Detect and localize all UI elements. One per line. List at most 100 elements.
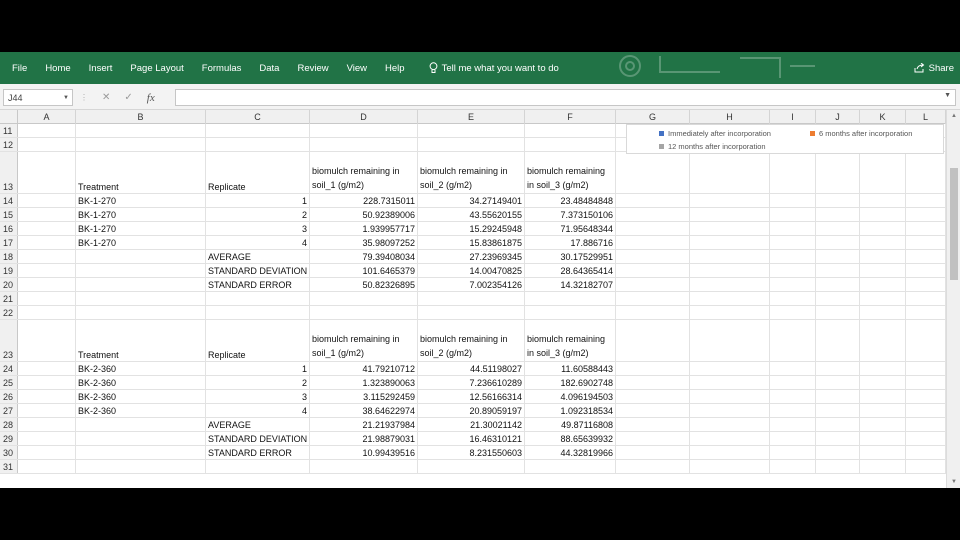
cell-d[interactable]: 1.323890063 <box>310 376 418 389</box>
row-header[interactable]: 24 <box>0 362 18 375</box>
cell-c[interactable]: AVERAGE <box>206 418 310 431</box>
cell-j[interactable] <box>816 362 860 375</box>
chart-legend[interactable]: Immediately after incorporation 6 months… <box>626 124 944 154</box>
cell-d[interactable]: 50.92389006 <box>310 208 418 221</box>
cell-b[interactable]: BK-2-360 <box>76 390 206 403</box>
cell-f[interactable]: 23.48484848 <box>525 194 616 207</box>
cell-b[interactable] <box>76 124 206 137</box>
cell-l[interactable] <box>906 264 946 277</box>
cell-b[interactable]: BK-1-270 <box>76 236 206 249</box>
cell-k[interactable] <box>860 236 906 249</box>
cell-f[interactable]: 182.6902748 <box>525 376 616 389</box>
select-all-corner[interactable] <box>0 110 18 124</box>
cell-i[interactable] <box>770 390 816 403</box>
cell-h[interactable] <box>690 404 770 417</box>
cell-k[interactable] <box>860 404 906 417</box>
cell-a[interactable] <box>18 320 76 361</box>
tab-review[interactable]: Review <box>288 52 337 84</box>
cell-j[interactable] <box>816 292 860 305</box>
cell-a[interactable] <box>18 376 76 389</box>
share-button[interactable]: Share <box>914 52 954 84</box>
cell-b[interactable] <box>76 250 206 263</box>
column-header-k[interactable]: K <box>860 110 906 124</box>
cell-c[interactable]: 4 <box>206 404 310 417</box>
cell-e[interactable]: 44.51198027 <box>418 362 525 375</box>
cell-d[interactable]: 79.39408034 <box>310 250 418 263</box>
expand-formula-icon[interactable]: ▼ <box>944 92 951 99</box>
cell-e[interactable]: 16.46310121 <box>418 432 525 445</box>
cell-k[interactable] <box>860 264 906 277</box>
cell-a[interactable] <box>18 432 76 445</box>
cell-f[interactable] <box>525 306 616 319</box>
cell-a[interactable] <box>18 362 76 375</box>
cell-k[interactable] <box>860 292 906 305</box>
cell-b[interactable] <box>76 264 206 277</box>
cell-d[interactable] <box>310 460 418 473</box>
row-header[interactable]: 28 <box>0 418 18 431</box>
cell-i[interactable] <box>770 404 816 417</box>
cell-j[interactable] <box>816 222 860 235</box>
cell-d[interactable]: biomulch remaining in soil_1 (g/m2) <box>310 152 418 193</box>
cell-k[interactable] <box>860 278 906 291</box>
cell-e[interactable] <box>418 124 525 137</box>
cell-a[interactable] <box>18 194 76 207</box>
cell-k[interactable] <box>860 194 906 207</box>
cell-b[interactable]: BK-2-360 <box>76 362 206 375</box>
cell-h[interactable] <box>690 208 770 221</box>
cell-g[interactable] <box>616 320 690 361</box>
formula-input[interactable]: ▼ <box>175 89 956 106</box>
cell-d[interactable]: 101.6465379 <box>310 264 418 277</box>
cell-l[interactable] <box>906 404 946 417</box>
row-header[interactable]: 18 <box>0 250 18 263</box>
cell-j[interactable] <box>816 264 860 277</box>
cell-g[interactable] <box>616 152 690 193</box>
cell-h[interactable] <box>690 432 770 445</box>
cell-g[interactable] <box>616 362 690 375</box>
cell-i[interactable] <box>770 208 816 221</box>
cell-b[interactable]: BK-2-360 <box>76 376 206 389</box>
cell-a[interactable] <box>18 292 76 305</box>
cell-j[interactable] <box>816 460 860 473</box>
tab-formulas[interactable]: Formulas <box>193 52 251 84</box>
cell-l[interactable] <box>906 432 946 445</box>
cancel-icon[interactable]: ✕ <box>102 92 110 103</box>
cell-l[interactable] <box>906 292 946 305</box>
cell-i[interactable] <box>770 152 816 193</box>
cell-e[interactable]: 7.002354126 <box>418 278 525 291</box>
column-header-l[interactable]: L <box>906 110 946 124</box>
cell-h[interactable] <box>690 460 770 473</box>
row-header[interactable]: 16 <box>0 222 18 235</box>
cell-c[interactable] <box>206 138 310 151</box>
cell-d[interactable]: 228.7315011 <box>310 194 418 207</box>
cell-a[interactable] <box>18 404 76 417</box>
column-header-c[interactable]: C <box>206 110 310 124</box>
cell-h[interactable] <box>690 320 770 361</box>
cell-e[interactable]: 14.00470825 <box>418 264 525 277</box>
cell-g[interactable] <box>616 404 690 417</box>
row-header[interactable]: 11 <box>0 124 18 137</box>
cell-c[interactable]: Replicate <box>206 320 310 361</box>
cell-j[interactable] <box>816 236 860 249</box>
cell-b[interactable] <box>76 446 206 459</box>
cell-g[interactable] <box>616 306 690 319</box>
enter-icon[interactable]: ✓ <box>124 92 132 103</box>
cell-h[interactable] <box>690 376 770 389</box>
row-header[interactable]: 27 <box>0 404 18 417</box>
tab-page-layout[interactable]: Page Layout <box>121 52 192 84</box>
cell-b[interactable] <box>76 292 206 305</box>
cell-a[interactable] <box>18 124 76 137</box>
cell-c[interactable]: 3 <box>206 222 310 235</box>
cell-g[interactable] <box>616 446 690 459</box>
cell-j[interactable] <box>816 418 860 431</box>
cell-k[interactable] <box>860 306 906 319</box>
cell-d[interactable]: 21.98879031 <box>310 432 418 445</box>
tab-data[interactable]: Data <box>250 52 288 84</box>
cell-d[interactable] <box>310 138 418 151</box>
row-header[interactable]: 30 <box>0 446 18 459</box>
cell-i[interactable] <box>770 278 816 291</box>
cell-e[interactable]: biomulch remaining in soil_2 (g/m2) <box>418 152 525 193</box>
row-header[interactable]: 17 <box>0 236 18 249</box>
cell-c[interactable]: STANDARD DEVIATION <box>206 264 310 277</box>
cell-b[interactable]: Treatment <box>76 320 206 361</box>
cell-d[interactable]: 3.115292459 <box>310 390 418 403</box>
